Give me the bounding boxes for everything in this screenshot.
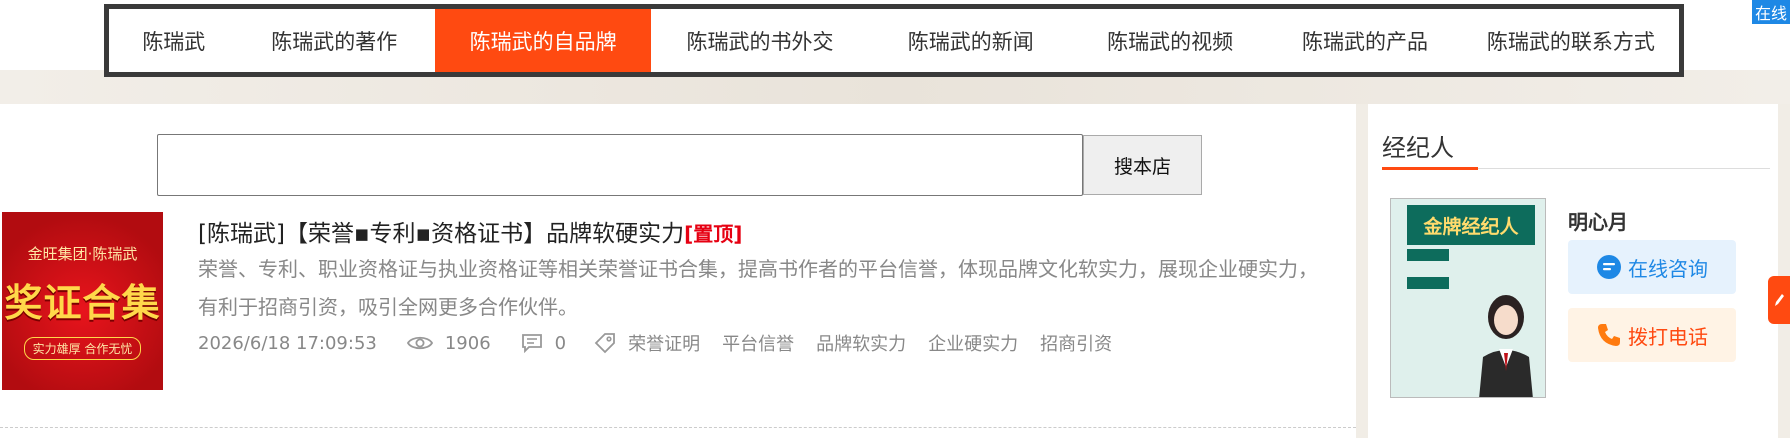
tag-icon	[594, 332, 616, 354]
article-title[interactable]: [陈瑞武]【荣誉▪专利▪资格证书】品牌软硬实力[置顶]	[198, 214, 742, 248]
article-title-text[interactable]: [陈瑞武]【荣誉▪专利▪资格证书】品牌软硬实力	[198, 221, 684, 247]
nav-item-0[interactable]: 陈瑞武	[114, 9, 234, 72]
thumb-title-text: 奖证合集	[4, 280, 161, 325]
comment-count: 0	[554, 332, 567, 354]
article-date: 2026/6/18 17:09:53	[198, 332, 377, 354]
nav-item-5[interactable]: 陈瑞武的视频	[1073, 9, 1267, 72]
thumb-brand-text: 金旺集团·陈瑞武	[27, 244, 138, 263]
article-divider	[0, 427, 1356, 428]
tag-list: 荣誉证明 平台信誉 品牌软实力 企业硬实力 招商引资	[628, 330, 1134, 356]
article-tag[interactable]: 平台信誉	[722, 334, 794, 355]
nav-item-2[interactable]: 陈瑞武的自品牌	[434, 9, 652, 72]
poster-decoration	[1407, 277, 1449, 289]
phone-icon	[1596, 322, 1622, 348]
nav-item-7[interactable]: 陈瑞武的联系方式	[1463, 9, 1679, 72]
float-side-tab[interactable]	[1768, 276, 1790, 324]
search-store-button[interactable]: 搜本店	[1083, 135, 1202, 195]
nav-item-1[interactable]: 陈瑞武的著作	[234, 9, 435, 72]
poster-title: 金牌经纪人	[1407, 205, 1535, 245]
poster-decoration	[1407, 249, 1449, 261]
agent-sidebar: 经纪人 金牌经纪人 明心月 在线咨询 拨打电话	[1368, 104, 1778, 438]
online-consult-button[interactable]: 在线咨询	[1568, 240, 1736, 294]
nav-item-4[interactable]: 陈瑞武的新闻	[869, 9, 1073, 72]
call-phone-label: 拨打电话	[1628, 324, 1708, 349]
store-search-input[interactable]	[157, 134, 1083, 196]
article-tag[interactable]: 招商引资	[1040, 334, 1112, 355]
article-tag[interactable]: 荣誉证明	[628, 334, 700, 355]
online-consult-label: 在线咨询	[1628, 256, 1708, 281]
sidebar-heading-accent	[1382, 167, 1478, 170]
sidebar-heading: 经纪人	[1382, 134, 1454, 162]
article-meta: 2026/6/18 17:09:53 1906 0 荣誉证明 平台信誉 品牌软实力 企…	[198, 330, 1134, 356]
thumb-slogan-text: 实力雄厚 合作无忧	[23, 336, 142, 360]
call-phone-button[interactable]: 拨打电话	[1568, 308, 1736, 362]
article-description: 荣誉、专利、职业资格证与执业资格证等相关荣誉证书合集，提高书作者的平台信誉，体现…	[198, 257, 1318, 319]
main-navbar: 陈瑞武 陈瑞武的著作 陈瑞武的自品牌 陈瑞武的书外交 陈瑞武的新闻 陈瑞武的视频 陈瑞武的产…	[104, 4, 1684, 77]
article-thumbnail[interactable]: 金旺集团·陈瑞武 奖证合集 实力雄厚 合作无忧	[2, 212, 163, 390]
eye-icon	[406, 334, 433, 352]
article-tag[interactable]: 企业硬实力	[928, 334, 1018, 355]
agent-poster-image[interactable]: 金牌经纪人	[1390, 198, 1546, 398]
chat-icon	[1596, 254, 1622, 280]
nav-item-6[interactable]: 陈瑞武的产品	[1267, 9, 1462, 72]
agent-name: 明心月	[1568, 210, 1628, 234]
view-count: 1906	[444, 332, 491, 354]
article-tag[interactable]: 品牌软实力	[816, 334, 906, 355]
page-edge	[1778, 104, 1790, 438]
nav-item-3[interactable]: 陈瑞武的书外交	[651, 9, 868, 72]
pencil-icon	[1775, 294, 1784, 306]
pinned-label: [置顶]	[684, 222, 743, 246]
article-list-panel: 搜本店 金旺集团·陈瑞武 奖证合集 实力雄厚 合作无忧 [陈瑞武]【荣誉▪专利▪…	[0, 104, 1356, 438]
comment-icon	[521, 333, 543, 353]
corner-badge[interactable]: 在线	[1752, 0, 1790, 24]
agent-portrait-icon	[1479, 295, 1533, 397]
